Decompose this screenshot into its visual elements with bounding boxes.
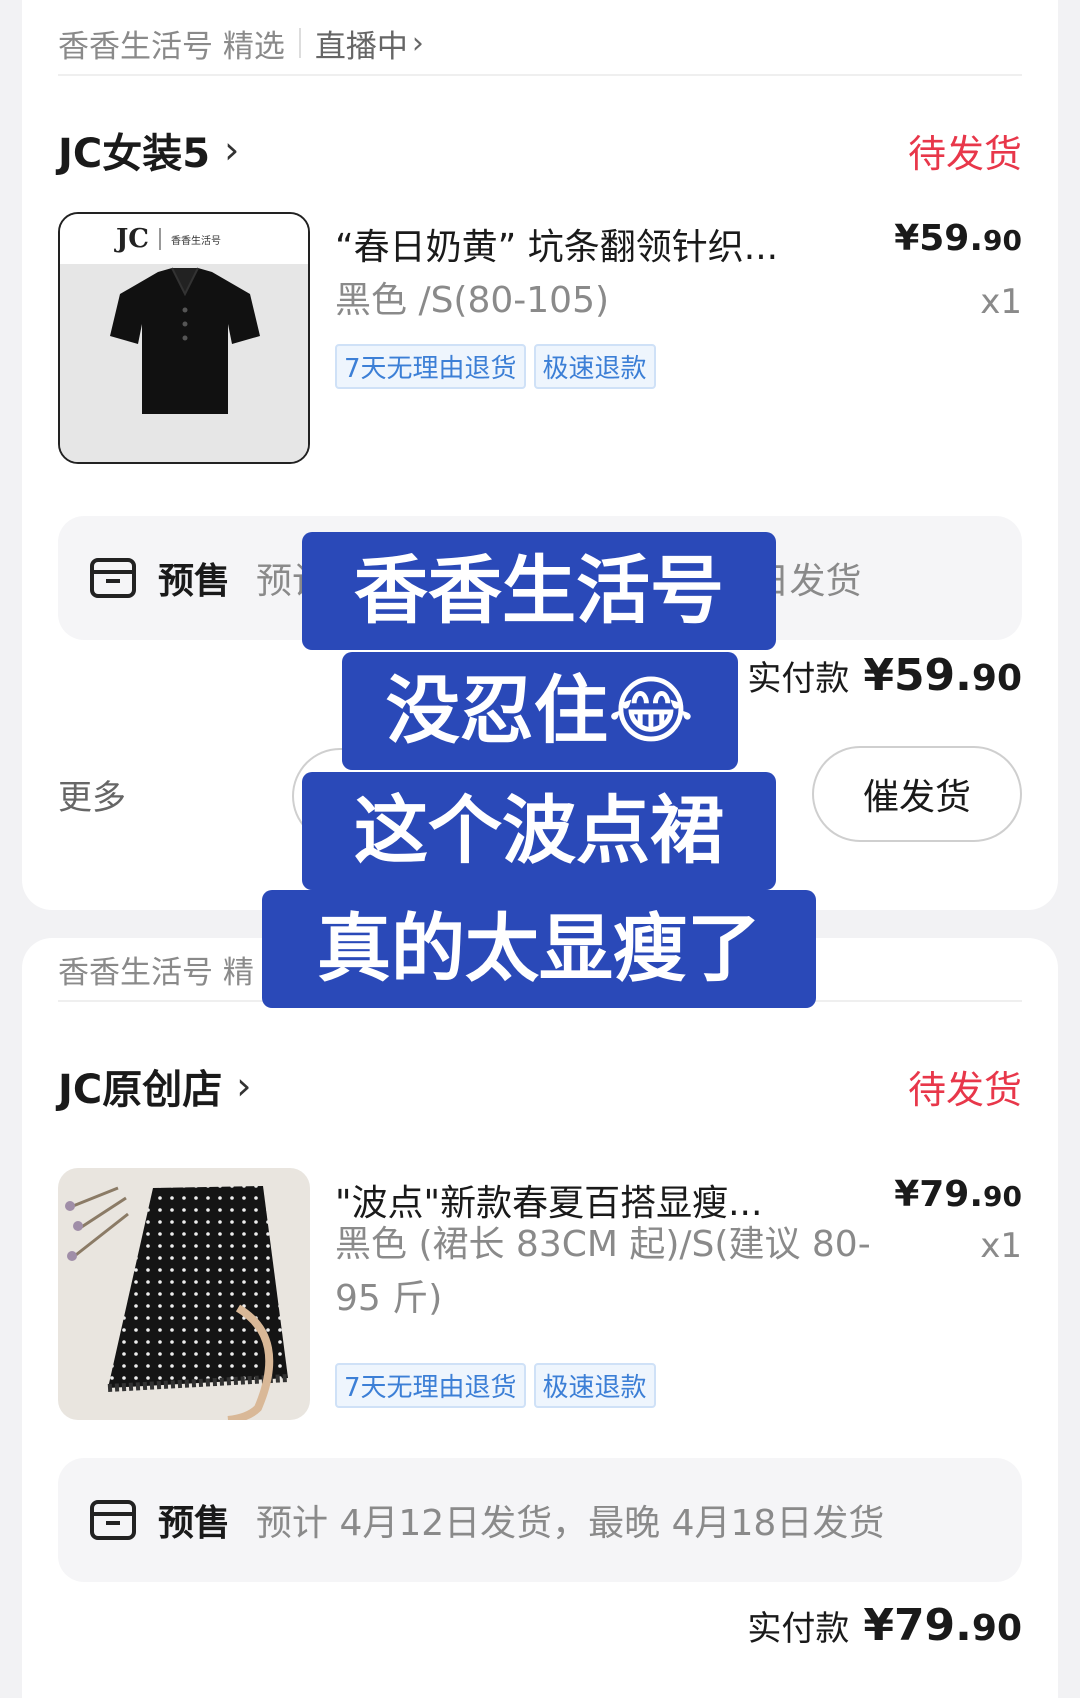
source-row[interactable]: 香香生活号 精选 直播中 › <box>58 12 1022 76</box>
product-spec: 黑色 /S(80-105) <box>335 280 610 321</box>
product-qty: x1 <box>980 282 1022 322</box>
shop-name: JC女装5 <box>58 131 211 177</box>
chevron-right-icon: › <box>224 128 240 172</box>
package-icon <box>90 558 136 598</box>
brand-logo: JC <box>116 224 149 254</box>
price-decimal: 90 <box>983 1180 1022 1213</box>
divider <box>298 28 301 58</box>
live-label: 直播中 <box>314 28 408 65</box>
paid-decimal: 90 <box>971 1608 1022 1649</box>
package-icon <box>90 1500 136 1540</box>
product-price: ¥79.90 <box>894 1174 1022 1215</box>
presale-text: 预计 4月12日发货，最晚 4月18日发货 <box>256 1503 885 1544</box>
order-status: 待发货 <box>907 1067 1022 1112</box>
paid-label: 实付款 <box>747 659 850 699</box>
paid-main: ¥59. <box>863 650 972 701</box>
product-spec: 黑色 (裙长 83CM 起)/S(建议 80-95 斤) <box>335 1224 871 1319</box>
shop-name-link[interactable]: JC女装5 › <box>58 121 239 179</box>
tag-return: 7天无理由退货 <box>335 344 526 389</box>
shop-name: JC原创店 <box>58 1067 223 1113</box>
urge-shipping-button[interactable]: 催发货 <box>812 746 1022 842</box>
shirt-image <box>110 267 260 414</box>
tag-refund: 极速退款 <box>533 344 656 389</box>
shop-name-link[interactable]: JC原创店 › <box>58 1057 251 1115</box>
chevron-right-icon: › <box>411 25 424 61</box>
product-price: ¥59.90 <box>894 218 1022 259</box>
paid-decimal: 90 <box>971 658 1022 699</box>
order-status: 待发货 <box>907 131 1022 176</box>
product-thumbnail[interactable] <box>58 1168 310 1420</box>
tag-refund: 极速退款 <box>533 1363 656 1408</box>
hidden-action-button[interactable] <box>292 748 412 844</box>
product-thumbnail[interactable]: JC 香香生活号 <box>58 212 310 464</box>
presale-text: 预计4月12日发货，最晚4月18日发货 <box>256 561 862 602</box>
tag-return: 7天无理由退货 <box>335 1363 526 1408</box>
source-label: 香香生活号 精 <box>58 954 254 991</box>
product-title[interactable]: “春日奶黄” 坑条翻领针织... <box>335 218 805 270</box>
paid-amount: 实付款 ¥59.90 <box>747 650 1022 701</box>
product-qty: x1 <box>980 1226 1022 1266</box>
chevron-right-icon: › <box>236 1064 252 1108</box>
price-main: ¥79. <box>894 1174 984 1215</box>
order-card-2: 香香生活号 精 JC原创店 › 待发货 "波点"新款春夏百搭显瘦... ¥79.… <box>22 938 1058 1698</box>
source-label: 香香生活号 精选 <box>58 28 285 65</box>
source-row[interactable]: 香香生活号 精 <box>58 938 1022 1002</box>
more-button[interactable]: 更多 <box>58 770 126 819</box>
presale-label: 预售 <box>158 1503 231 1544</box>
order-card-1: 香香生活号 精选 直播中 › JC女装5 › 待发货 JC 香香生活号 “春日奶… <box>22 0 1058 910</box>
presale-label: 预售 <box>158 561 231 602</box>
skirt-image <box>65 1186 289 1420</box>
price-main: ¥59. <box>894 218 984 259</box>
paid-main: ¥79. <box>863 1600 972 1651</box>
price-decimal: 90 <box>983 224 1022 257</box>
paid-label: 实付款 <box>747 1609 850 1649</box>
presale-banner: 预售 预计 4月12日发货，最晚 4月18日发货 <box>58 1458 1022 1582</box>
presale-banner: 预售 预计4月12日发货，最晚4月18日发货 <box>58 516 1022 640</box>
paid-amount: 实付款 ¥79.90 <box>747 1600 1022 1651</box>
brand-caption: 香香生活号 <box>171 235 221 247</box>
